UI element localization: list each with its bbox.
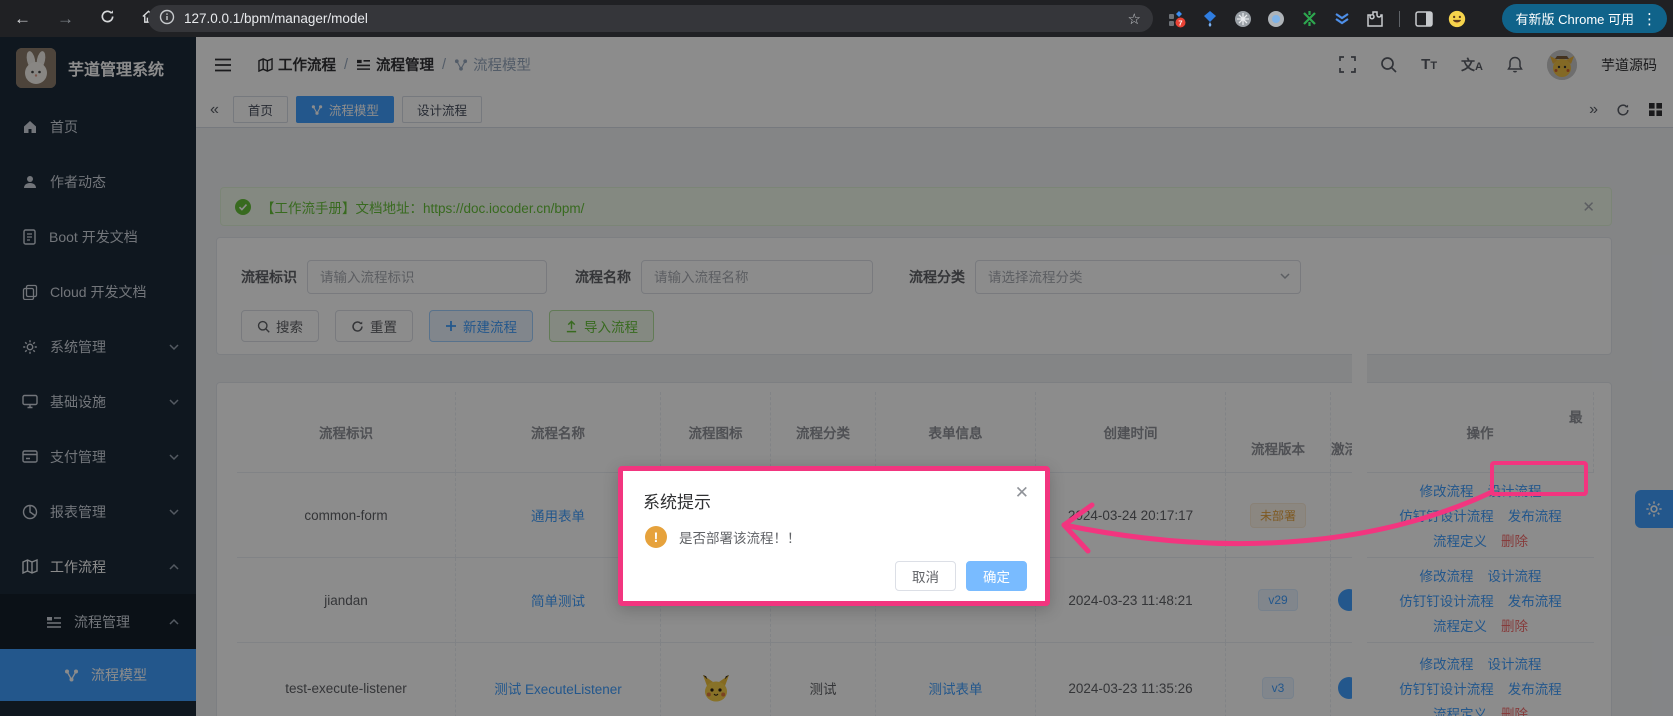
url-bar[interactable]: 127.0.0.1/bpm/manager/model ☆ [148,5,1153,32]
url-text: 127.0.0.1/bpm/manager/model [184,11,368,26]
extension-circle-icon[interactable] [1267,10,1285,28]
dialog-close-icon[interactable]: ✕ [1015,483,1029,503]
extension-icon-badged[interactable]: 7 [1168,10,1186,28]
side-panel-icon[interactable] [1415,10,1433,28]
dialog-title: 系统提示 [643,493,711,512]
extension-kite-icon[interactable] [1201,10,1219,28]
confirm-dialog: 系统提示 ✕ ! 是否部署该流程！！ 取消 确定 [618,466,1050,606]
toolbar-divider [1399,10,1400,27]
site-info-icon[interactable] [159,9,175,28]
svg-text:7: 7 [1178,18,1182,27]
dialog-message: 是否部署该流程！！ [679,531,801,546]
cancel-button[interactable]: 取消 [895,561,956,591]
confirm-button[interactable]: 确定 [966,561,1027,591]
browser-back-icon[interactable]: ← [14,9,31,29]
extension-green-icon[interactable] [1300,10,1318,28]
extension-chevrons-icon[interactable] [1333,10,1351,28]
browser-chrome: ← → 127.0.0.1/bpm/manager/model ☆ 7 有新版 … [0,0,1673,37]
browser-reload-icon[interactable] [100,9,115,29]
browser-menu-icon[interactable]: ⋮ [1642,10,1657,28]
extensions-row: 7 [1168,0,1466,37]
screen: ← → 127.0.0.1/bpm/manager/model ☆ 7 有新版 … [0,0,1673,716]
warning-icon: ! [645,526,667,548]
browser-forward-icon[interactable]: → [57,9,74,29]
chrome-update-button[interactable]: 有新版 Chrome 可用 ⋮ [1501,4,1667,33]
bookmark-star-icon[interactable]: ☆ [1128,10,1141,28]
modal-overlay[interactable] [0,37,1673,716]
chrome-update-label: 有新版 Chrome 可用 [1515,12,1634,27]
extension-snowflake-icon[interactable] [1234,10,1252,28]
profile-emoji-avatar[interactable] [1448,10,1466,28]
puzzle-extensions-icon[interactable] [1366,10,1384,28]
